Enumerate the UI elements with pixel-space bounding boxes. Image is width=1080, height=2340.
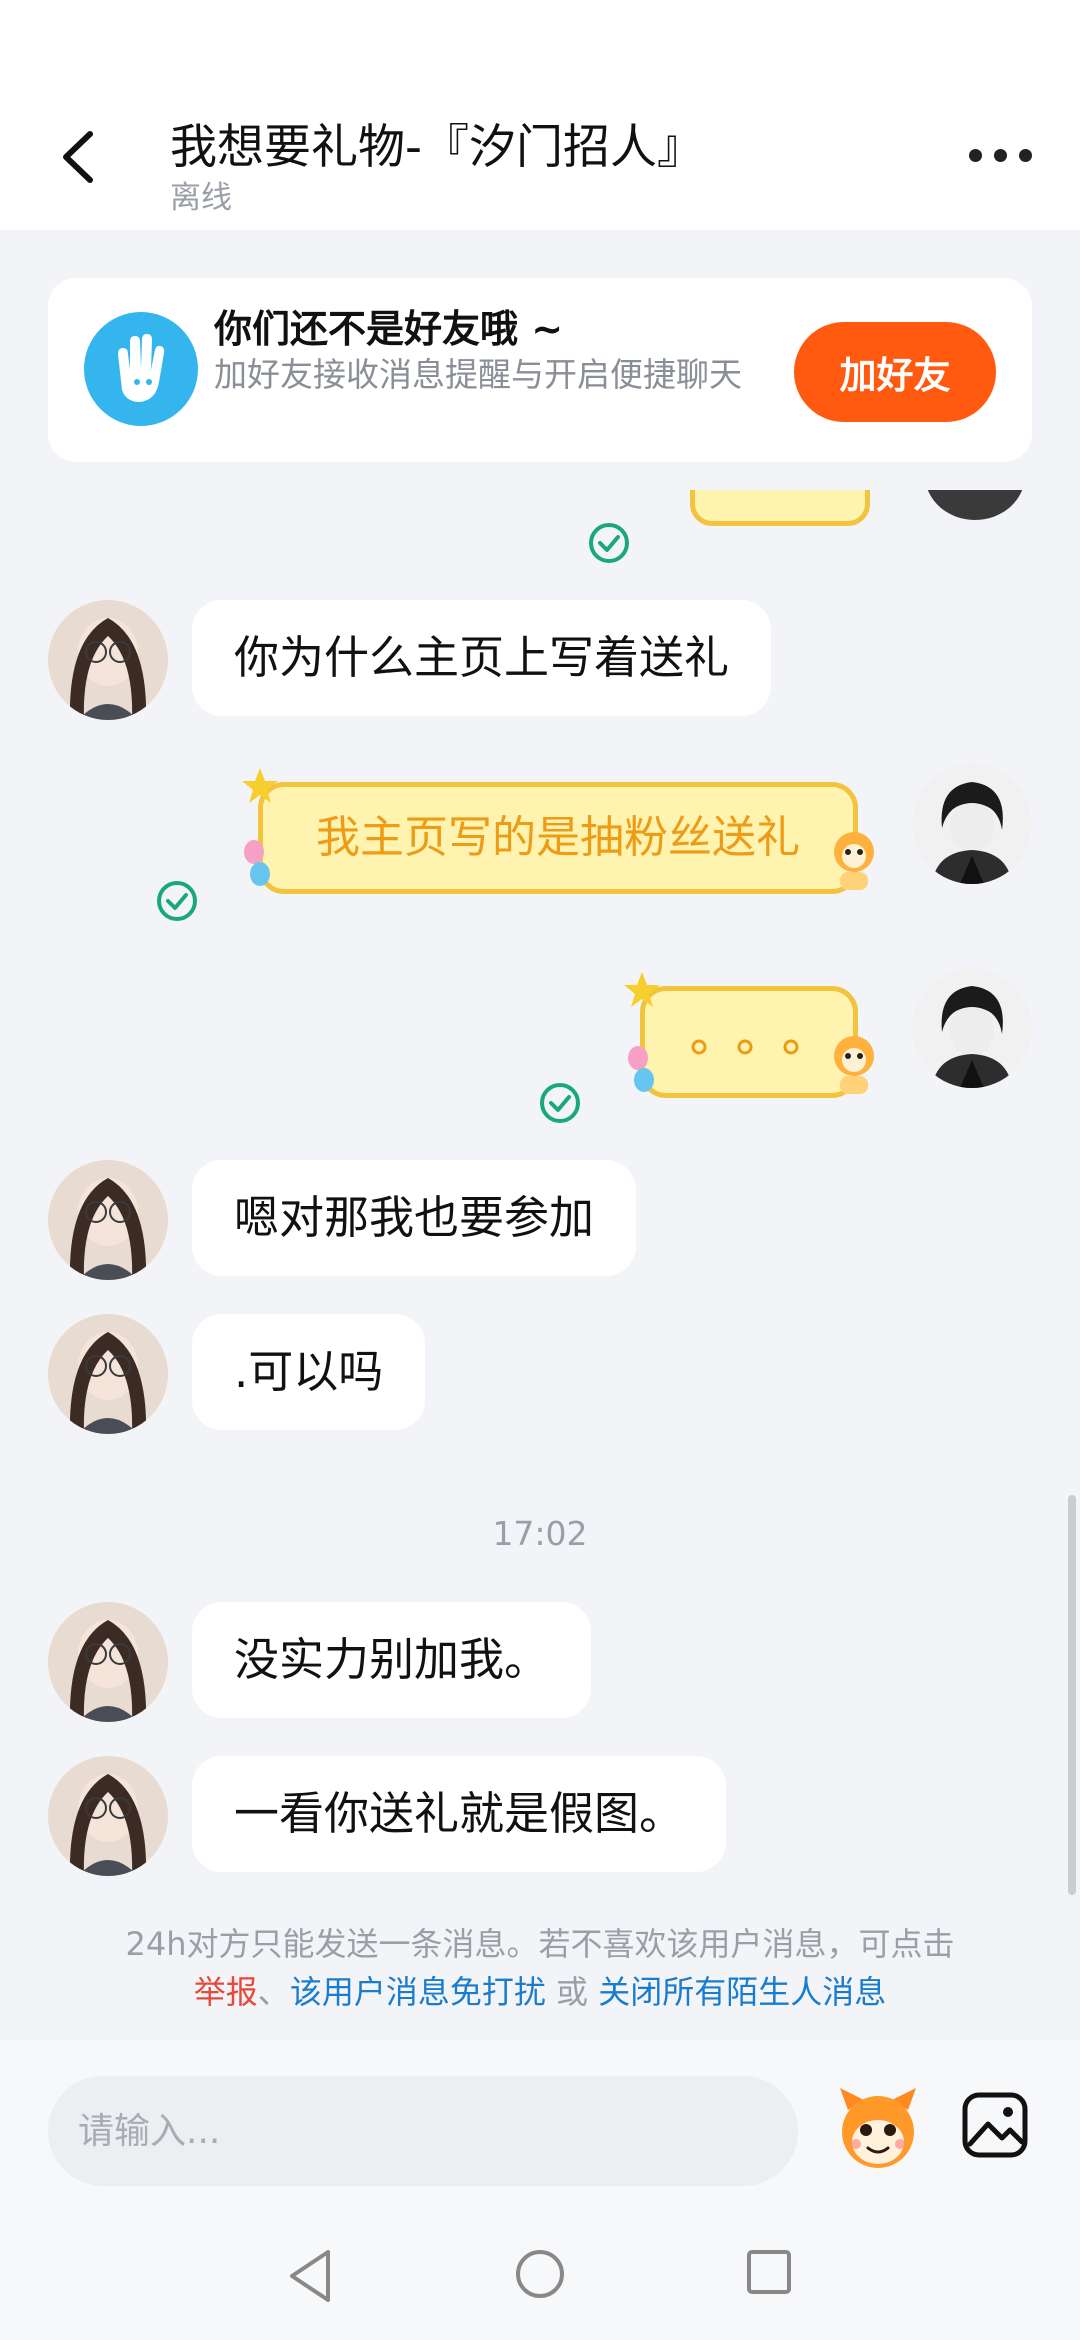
notice-separator: 、 <box>257 1973 290 2011</box>
check-icon <box>157 881 197 921</box>
time-separator: 17:02 <box>492 1514 588 1553</box>
status-bar <box>0 0 1080 90</box>
ellipsis-dots <box>691 1039 799 1055</box>
message-input[interactable] <box>48 2076 798 2186</box>
balloon-sticker-icon <box>628 1046 654 1092</box>
scrollbar[interactable] <box>1068 1495 1076 1895</box>
not-friends-title: 你们还不是好友哦 ~ <box>214 307 564 351</box>
stranger-notice: 24h对方只能发送一条消息。若不喜欢该用户消息，可点击 举报、该用户消息免打扰 … <box>0 1920 1080 2016</box>
nav-home-button[interactable] <box>514 2248 566 2300</box>
add-friend-button[interactable]: 加好友 <box>794 322 996 422</box>
nav-home-icon <box>516 2250 564 2298</box>
emoji-button[interactable] <box>830 2080 926 2176</box>
chat-title: 我想要礼物-『汐门招人』 <box>170 120 704 175</box>
star-sticker-icon <box>624 972 660 1007</box>
message-list[interactable]: 你为什么主页上写着送礼 我主页写的是抽粉丝送礼 。。。 <box>0 490 1080 1900</box>
message-bubble[interactable]: 你为什么主页上写着送礼 <box>192 600 772 716</box>
online-status: 离线 <box>170 180 232 216</box>
partial-sticker-bubble <box>690 490 870 526</box>
chat-header: 我想要礼物-『汐门招人』 离线 <box>0 90 1080 230</box>
check-icon <box>589 523 629 563</box>
star-sticker-icon <box>242 768 278 803</box>
contact-avatar[interactable] <box>48 1314 168 1434</box>
balloon-sticker-icon <box>244 840 270 886</box>
nav-back-icon <box>290 2250 330 2302</box>
image-button[interactable] <box>960 2090 1030 2160</box>
mute-user-link[interactable]: 该用户消息免打扰 <box>290 1973 546 2011</box>
image-icon <box>962 2092 1028 2158</box>
message-bubble[interactable]: 没实力别加我。 <box>192 1602 592 1718</box>
mascot-sticker-icon <box>834 832 874 890</box>
nav-back-button[interactable] <box>282 2246 338 2306</box>
nav-recent-button[interactable] <box>745 2248 793 2296</box>
notice-or: 或 <box>545 1973 599 2011</box>
report-link[interactable]: 举报 <box>194 1973 258 2011</box>
notice-text: 24h对方只能发送一条消息。若不喜欢该用户消息，可点击 <box>125 1925 955 1963</box>
more-icon <box>968 148 982 162</box>
sticker-message-bubble[interactable]: 我主页写的是抽粉丝送礼 <box>258 782 858 894</box>
input-bar <box>0 2040 1080 2340</box>
emoji-icon <box>840 2088 916 2168</box>
close-stranger-messages-link[interactable]: 关闭所有陌生人消息 <box>598 1973 886 2011</box>
not-friends-card: 你们还不是好友哦 ~ 加好友接收消息提醒与开启便捷聊天 加好友 <box>48 278 1032 462</box>
my-avatar[interactable] <box>912 764 1032 884</box>
more-button[interactable] <box>960 140 1040 170</box>
message-bubble[interactable]: 嗯对那我也要参加 <box>192 1160 637 1276</box>
back-arrow-icon <box>63 131 93 183</box>
my-avatar[interactable] <box>912 968 1032 1088</box>
contact-avatar[interactable] <box>48 1160 168 1280</box>
check-icon <box>540 1083 580 1123</box>
contact-avatar[interactable] <box>48 1756 168 1876</box>
message-bubble[interactable]: 一看你送礼就是假图。 <box>192 1756 727 1872</box>
contact-avatar[interactable] <box>48 600 168 720</box>
nav-recent-icon <box>747 2250 791 2294</box>
mascot-sticker-icon <box>834 1036 874 1094</box>
message-bubble[interactable]: .可以吗 <box>192 1314 426 1430</box>
contact-avatar[interactable] <box>48 1602 168 1722</box>
not-friends-description: 加好友接收消息提醒与开启便捷聊天 <box>214 355 742 394</box>
wave-hand-icon <box>84 312 198 426</box>
back-button[interactable] <box>52 122 112 192</box>
partial-avatar <box>925 490 1025 520</box>
system-nav-bar <box>0 2220 1080 2340</box>
